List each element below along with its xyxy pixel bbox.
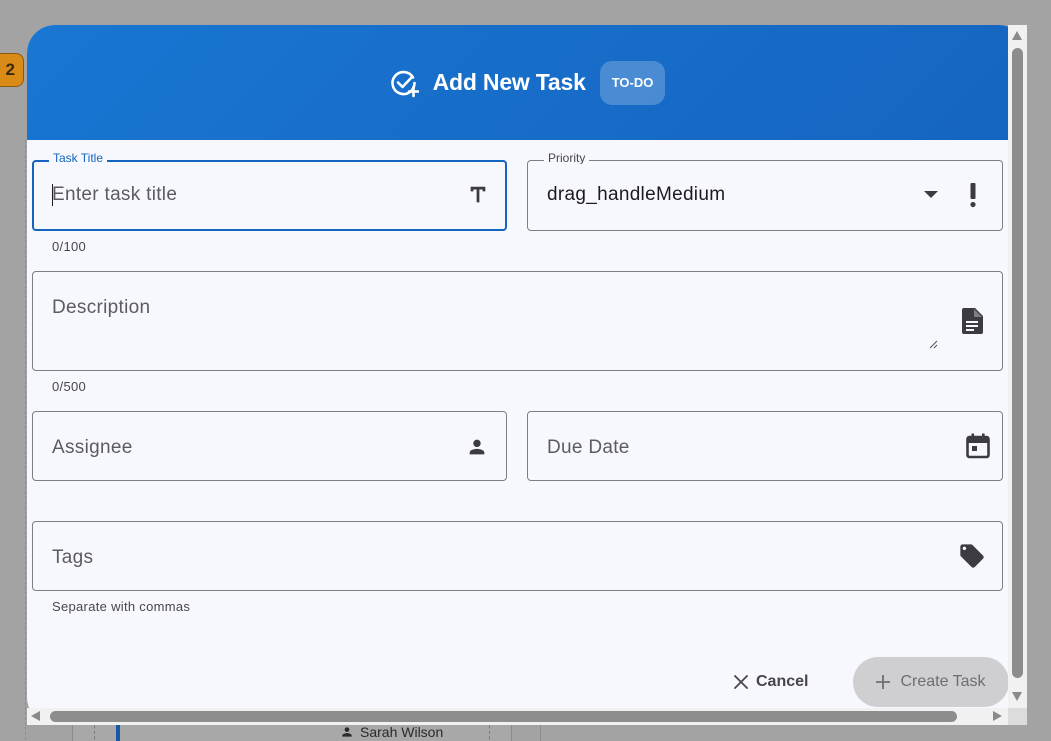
title-icon	[465, 182, 491, 208]
dialog-title: Add New Task	[432, 69, 586, 95]
add-task-dialog: Add New Task TO-DO Task Title Enter task…	[27, 25, 1027, 725]
scrollbar-corner	[1008, 708, 1027, 725]
scroll-down-arrow-icon[interactable]	[1012, 692, 1022, 701]
priority-select[interactable]: Priority drag_handleMedium	[527, 152, 1003, 231]
vertical-scrollbar[interactable]	[1008, 25, 1027, 708]
create-task-button[interactable]: Create Task	[853, 657, 1009, 707]
task-title-field[interactable]: Task Title Enter task title	[32, 152, 507, 231]
scroll-right-arrow-icon[interactable]	[993, 711, 1002, 721]
assignee-input[interactable]: Assignee	[52, 437, 133, 459]
resize-handle-icon[interactable]	[927, 338, 939, 350]
count-badge: 2	[0, 53, 24, 87]
description-field[interactable]: Description	[32, 271, 1003, 371]
cancel-button[interactable]: Cancel	[720, 660, 820, 704]
person-icon	[464, 434, 490, 460]
task-title-label: Task Title	[49, 152, 108, 164]
close-icon	[734, 675, 748, 689]
assignee-field[interactable]: Assignee	[32, 411, 507, 481]
vertical-scroll-thumb[interactable]	[1012, 48, 1023, 678]
person-icon	[342, 727, 352, 737]
board-column	[0, 140, 26, 741]
due-date-field[interactable]: Due Date	[527, 411, 1003, 481]
chevron-down-icon[interactable]	[921, 187, 941, 203]
tags-field[interactable]: Tags	[32, 521, 1003, 591]
tags-helper: Separate with commas	[52, 599, 191, 614]
create-task-button-label: Create Task	[900, 673, 986, 690]
add-task-icon	[389, 68, 419, 98]
task-title-input[interactable]: Enter task title	[52, 184, 177, 206]
tags-input[interactable]: Tags	[52, 547, 93, 569]
due-date-input[interactable]: Due Date	[547, 437, 630, 459]
priority-label: Priority	[544, 152, 590, 164]
task-title-counter: 0/100	[52, 239, 87, 254]
description-icon	[959, 306, 985, 336]
cancel-button-label: Cancel	[756, 673, 809, 690]
scroll-left-arrow-icon[interactable]	[31, 711, 40, 721]
tag-icon	[957, 541, 987, 571]
plus-icon	[876, 675, 891, 689]
card-assignee: Sarah Wilson	[340, 724, 443, 740]
description-input[interactable]: Description	[52, 297, 150, 319]
scroll-up-arrow-icon[interactable]	[1012, 31, 1022, 40]
status-chip: TO-DO	[599, 60, 666, 105]
priority-value: drag_handleMedium	[547, 184, 726, 205]
calendar-icon[interactable]	[964, 432, 992, 460]
dialog-header: Add New Task TO-DO	[27, 25, 1027, 140]
horizontal-scroll-thumb[interactable]	[50, 711, 957, 722]
horizontal-scrollbar[interactable]	[27, 708, 1008, 725]
priority-high-icon	[960, 181, 986, 209]
description-counter: 0/500	[52, 379, 87, 394]
